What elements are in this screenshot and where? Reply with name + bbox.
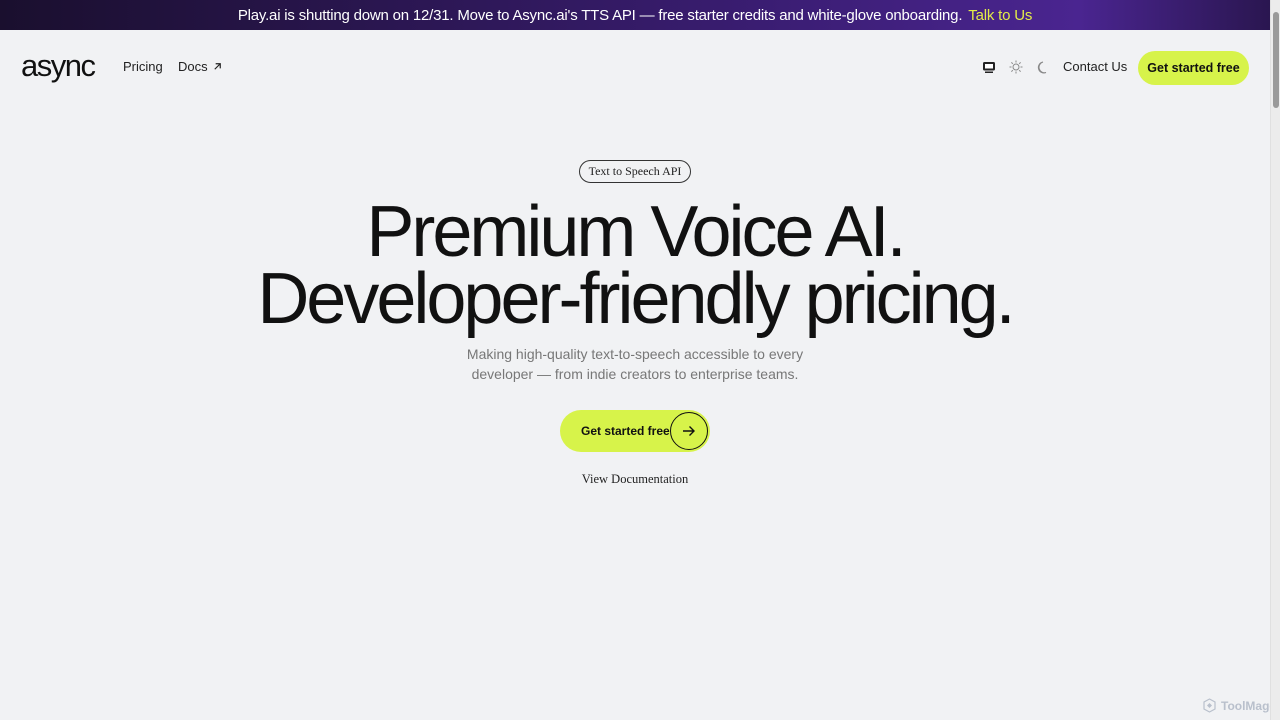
- page-scrollbar[interactable]: [1270, 0, 1280, 720]
- moon-icon[interactable]: [1035, 59, 1051, 75]
- hero-get-started-button[interactable]: Get started free: [560, 410, 710, 452]
- async-logo[interactable]: async: [21, 50, 96, 81]
- toolmage-logo-icon: [1203, 698, 1216, 713]
- toolmage-watermark: ToolMage: [1202, 698, 1276, 713]
- top-navigation: async Pricing Docs Contact Us Get starte…: [0, 30, 1270, 106]
- hero-subtitle-line1: Making high-quality text-to-speech acces…: [466, 346, 804, 362]
- watermark-text: ToolMage: [1221, 698, 1277, 713]
- hero-get-started-label: Get started free: [581, 424, 670, 438]
- nav-get-started-button[interactable]: Get started free: [1138, 51, 1249, 85]
- nav-link-contact[interactable]: Contact Us: [1063, 59, 1127, 74]
- external-arrow-icon: [213, 63, 221, 70]
- scrollbar-thumb[interactable]: [1273, 12, 1279, 108]
- hero-headline-line1: Premium Voice AI.: [366, 192, 906, 272]
- category-pill: Text to Speech API: [579, 160, 691, 183]
- announcement-banner: Play.ai is shutting down on 12/31. Move …: [0, 0, 1270, 30]
- nav-link-docs[interactable]: Docs: [178, 59, 223, 74]
- hero-subtitle-line2: developer — from indie creators to enter…: [471, 366, 799, 382]
- sun-icon[interactable]: [1008, 59, 1024, 75]
- nav-link-pricing[interactable]: Pricing: [123, 59, 163, 74]
- nav-link-docs-label: Docs: [178, 59, 208, 74]
- hero-headline-line2: Developer-friendly pricing.: [257, 259, 1015, 339]
- view-documentation-link[interactable]: View Documentation: [0, 472, 1270, 487]
- banner-message: Play.ai is shutting down on 12/31. Move …: [237, 6, 963, 24]
- monitor-icon[interactable]: [981, 59, 997, 75]
- talk-to-us-link[interactable]: Talk to Us: [968, 7, 1032, 24]
- arrow-right-icon: [670, 412, 708, 450]
